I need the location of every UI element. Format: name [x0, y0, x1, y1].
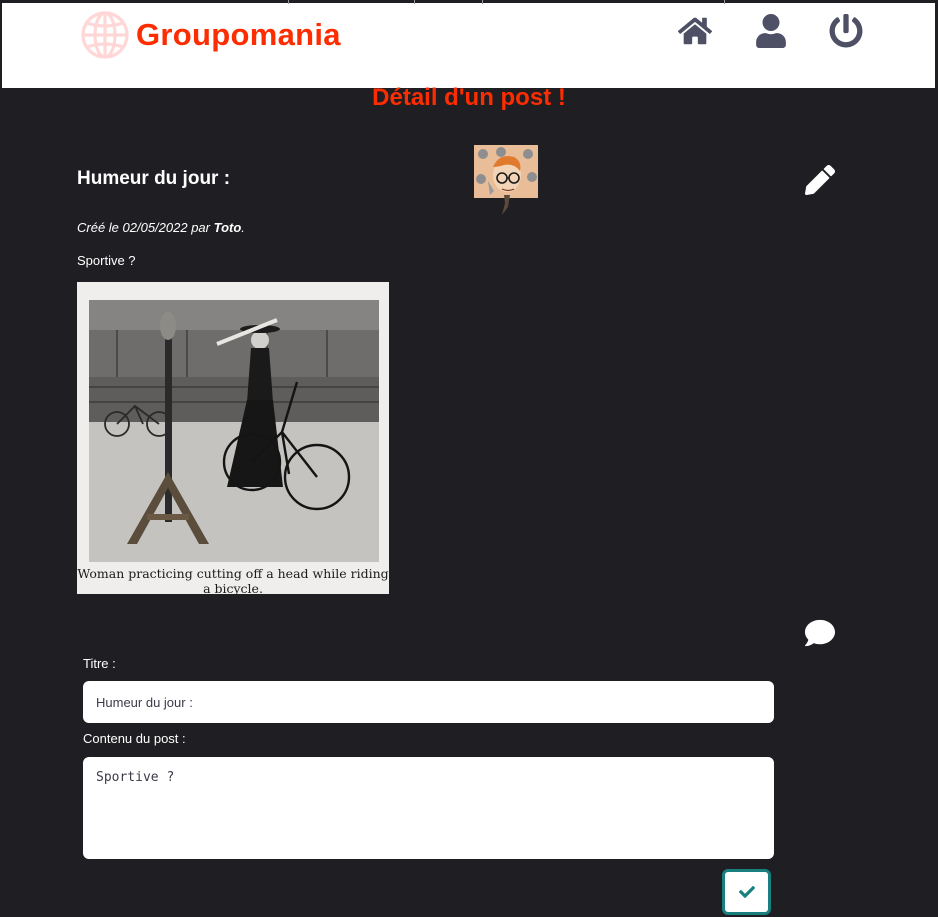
page-title: Détail d'un post ! — [372, 84, 566, 111]
navbar-left-edge — [0, 0, 2, 88]
tab-divider — [482, 0, 483, 4]
submit-button[interactable] — [722, 869, 771, 915]
title-input[interactable] — [83, 681, 774, 723]
user-icon[interactable] — [754, 14, 788, 48]
power-icon[interactable] — [829, 14, 863, 48]
title-label: Titre : — [83, 656, 116, 671]
tab-divider — [414, 0, 415, 4]
content-label: Contenu du post : — [83, 731, 186, 746]
top-navbar: Groupomania — [0, 0, 938, 88]
comment-icon[interactable] — [805, 618, 835, 648]
edit-post-pencil-icon[interactable] — [805, 165, 835, 196]
post-title: Humeur du jour : — [77, 168, 231, 189]
home-icon[interactable] — [677, 14, 713, 48]
globe-logo-icon — [81, 11, 129, 59]
check-icon — [738, 886, 755, 898]
post-created-text: Créé le 02/05/2022 par — [77, 220, 210, 235]
brand-name: Groupomania — [136, 17, 341, 52]
brand-logo-link[interactable]: Groupomania — [80, 10, 341, 60]
post-author: Toto — [213, 220, 242, 235]
post-image-caption: Woman practicing cutting off a head whil… — [77, 566, 389, 596]
tab-divider — [288, 0, 289, 4]
post-meta-suffix: . — [241, 220, 245, 235]
post-image: Woman practicing cutting off a head whil… — [77, 282, 389, 596]
post-meta: Créé le 02/05/2022 par Toto. — [77, 220, 245, 235]
navbar-top-edge — [0, 0, 938, 3]
post-content: Sportive ? — [77, 253, 136, 268]
tab-divider — [724, 0, 725, 4]
content-textarea[interactable]: Sportive ? — [83, 757, 774, 859]
avatar — [474, 145, 538, 215]
